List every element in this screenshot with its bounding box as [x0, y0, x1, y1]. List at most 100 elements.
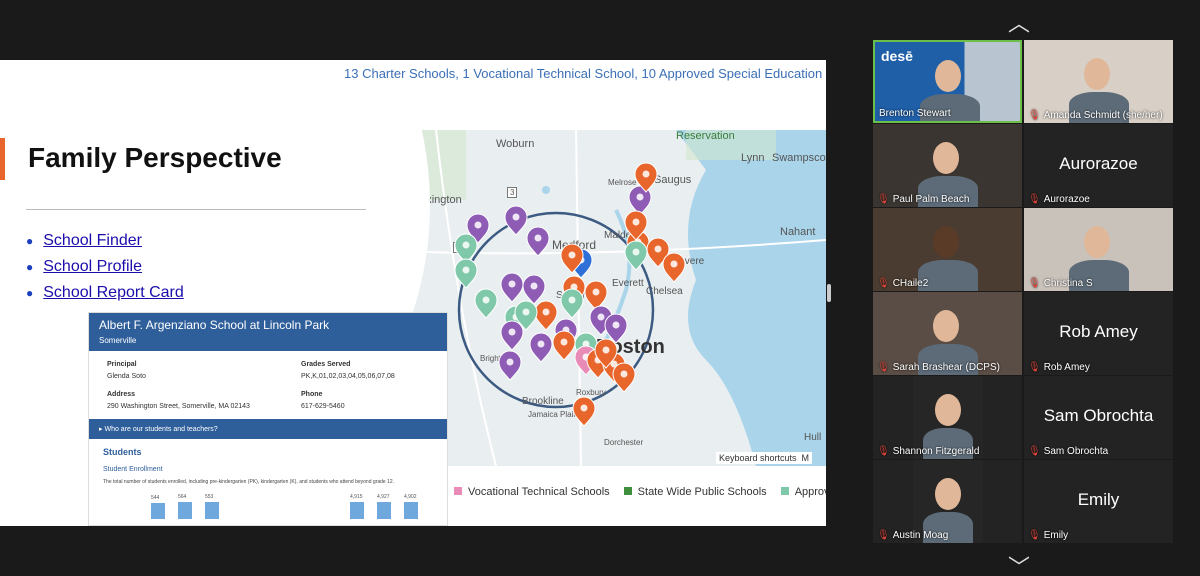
muted-mic-icon: 🎙︎ [877, 362, 890, 373]
participant-name: Sam Obrochta [1043, 446, 1109, 457]
school-profile-link[interactable]: School Profile [43, 258, 142, 276]
students-heading: Students [103, 447, 142, 457]
legend-item: State Wide Public Schools [623, 486, 767, 498]
title-accent-bar [0, 138, 5, 180]
enrollment-description: The total number of students enrolled, i… [103, 479, 395, 485]
scroll-up-icon[interactable]: ︿ [1008, 6, 1030, 38]
school-pin-dot [474, 221, 482, 229]
scroll-down-icon[interactable]: ﹀ [1008, 550, 1030, 576]
grades-label: Grades Served [301, 361, 351, 368]
principal-value: Glenda Soto [107, 373, 146, 380]
participant-name-display: Sam Obrochta [1043, 406, 1154, 425]
school-pin-dot [508, 328, 516, 336]
participant-name: CHaile2 [892, 278, 929, 289]
school-pin-dot [654, 245, 662, 253]
school-pin-dot [612, 321, 620, 329]
participant-tile[interactable]: 🎙︎ Amanda Schmidt (she/her) [1024, 40, 1173, 123]
school-finder-link[interactable]: School Finder [43, 232, 142, 250]
school-pin-dot [670, 260, 678, 268]
school-profile-card: Albert F. Argenziano School at Lincoln P… [88, 312, 448, 526]
students-teachers-expander[interactable]: ▸ Who are our students and teachers? [89, 419, 447, 439]
participant-tile[interactable]: 🎙︎ Christina S [1024, 208, 1173, 291]
enrollment-heading: Student Enrollment [103, 466, 163, 473]
enrollment-bar-label: 4,927 [377, 494, 390, 500]
participant-caption: 🎙︎ CHaile2 [877, 278, 928, 289]
school-pin-dot [597, 313, 605, 321]
slide-top-line: 13 Charter Schools, 1 Vocational Technic… [344, 66, 823, 81]
school-pin-dot [482, 296, 490, 304]
participant-tile[interactable]: 🎙︎ Shannon Fitzgerald [873, 376, 1022, 459]
title-divider [26, 209, 366, 210]
school-name: Albert F. Argenziano School at Lincoln P… [99, 318, 330, 332]
participant-tile[interactable]: Rob Amey 🎙︎ Rob Amey [1024, 292, 1173, 375]
participant-caption: 🎙︎ Paul Palm Beach [877, 194, 969, 205]
school-pin-dot [537, 340, 545, 348]
zoom-window: ︿ Reservation Woburn Lynn Swampscott Lex… [0, 0, 1200, 576]
muted-mic-icon: 🎙︎ [1028, 194, 1041, 205]
enrollment-bar [151, 503, 165, 519]
enrollment-bar-label: 564 [178, 494, 187, 500]
participant-face [933, 142, 959, 174]
school-town: Somerville [99, 336, 137, 345]
card-header: Albert F. Argenziano School at Lincoln P… [89, 313, 447, 351]
school-pin-dot [560, 338, 568, 346]
muted-mic-icon: 🎙︎ [877, 194, 890, 205]
enrollment-bar [205, 502, 219, 519]
participant-name: Austin Moag [892, 530, 949, 541]
school-details: Principal Glenda Soto Grades Served PK,K… [89, 351, 447, 417]
school-pin-dot [620, 370, 628, 378]
grades-value: PK,K,01,02,03,04,05,06,07,08 [301, 373, 395, 380]
participant-tile[interactable]: Sam Obrochta 🎙︎ Sam Obrochta [1024, 376, 1173, 459]
participant-tile[interactable]: desē Brenton Stewart [873, 40, 1022, 123]
muted-mic-icon: 🎙︎ [877, 278, 890, 289]
enrollment-bar-label: 544 [151, 495, 160, 501]
participant-tile[interactable]: 🎙︎ CHaile2 [873, 208, 1022, 291]
participant-tile[interactable]: 🎙︎ Paul Palm Beach [873, 124, 1022, 207]
address-label: Address [107, 391, 136, 398]
school-pin-dot [602, 346, 610, 354]
participant-name: Rob Amey [1043, 362, 1090, 373]
legend-swatch [623, 487, 632, 495]
muted-mic-icon: 🎙︎ [1028, 362, 1041, 373]
bullet-icon: ● [26, 286, 34, 300]
participant-caption: Brenton Stewart [879, 108, 951, 119]
enrollment-bar [350, 502, 364, 519]
participant-name: Shannon Fitzgerald [892, 446, 980, 457]
school-pin-dot [632, 248, 640, 256]
school-pin-dot [512, 213, 520, 221]
school-report-card-link[interactable]: School Report Card [43, 284, 184, 302]
participant-tile[interactable]: Emily 🎙︎ Emily [1024, 460, 1173, 543]
muted-mic-icon: 🎙︎ [1028, 530, 1041, 541]
school-pin-dot [462, 266, 470, 274]
slide-link-list: ● School Finder ● School Profile ● School R… [26, 232, 184, 310]
participant-name: Brenton Stewart [879, 108, 951, 119]
list-item: ● School Finder [26, 232, 184, 250]
enrollment-bar-label: 553 [205, 494, 214, 500]
participant-caption: 🎙︎ Amanda Schmidt (she/her) [1028, 110, 1163, 121]
dese-logo: desē [881, 48, 913, 64]
muted-mic-icon: 🎙︎ [1028, 110, 1041, 121]
participant-face [933, 310, 959, 342]
address-value: 290 Washington Street, Somerville, MA 02… [107, 403, 250, 410]
map-legend: Vocational Technical Schools State Wide … [454, 486, 826, 498]
participant-caption: 🎙︎ Sarah Brashear (DCPS) [877, 362, 1000, 373]
school-pin-dot [568, 251, 576, 259]
participant-face [1084, 226, 1110, 258]
resize-handle[interactable] [827, 284, 831, 302]
participant-tile[interactable]: 🎙︎ Sarah Brashear (DCPS) [873, 292, 1022, 375]
participant-name: Christina S [1043, 278, 1093, 289]
school-pin-dot [592, 288, 600, 296]
participant-name-display: Aurorazoe [1059, 154, 1138, 173]
school-pin-dot [636, 193, 644, 201]
muted-mic-icon: 🎙︎ [877, 446, 890, 457]
bullet-icon: ● [26, 234, 34, 248]
legend-item: Approved [780, 486, 826, 498]
participant-tile[interactable]: Aurorazoe 🎙︎ Aurorazoe [1024, 124, 1173, 207]
list-item: ● School Profile [26, 258, 184, 276]
participant-caption: 🎙︎ Emily [1028, 530, 1068, 541]
participant-tile[interactable]: 🎙︎ Austin Moag [873, 460, 1022, 543]
participant-face [933, 226, 959, 258]
keyboard-shortcuts-link[interactable]: Keyboard shortcuts M [715, 452, 812, 464]
school-pin-dot [530, 282, 538, 290]
participant-face [935, 478, 961, 510]
